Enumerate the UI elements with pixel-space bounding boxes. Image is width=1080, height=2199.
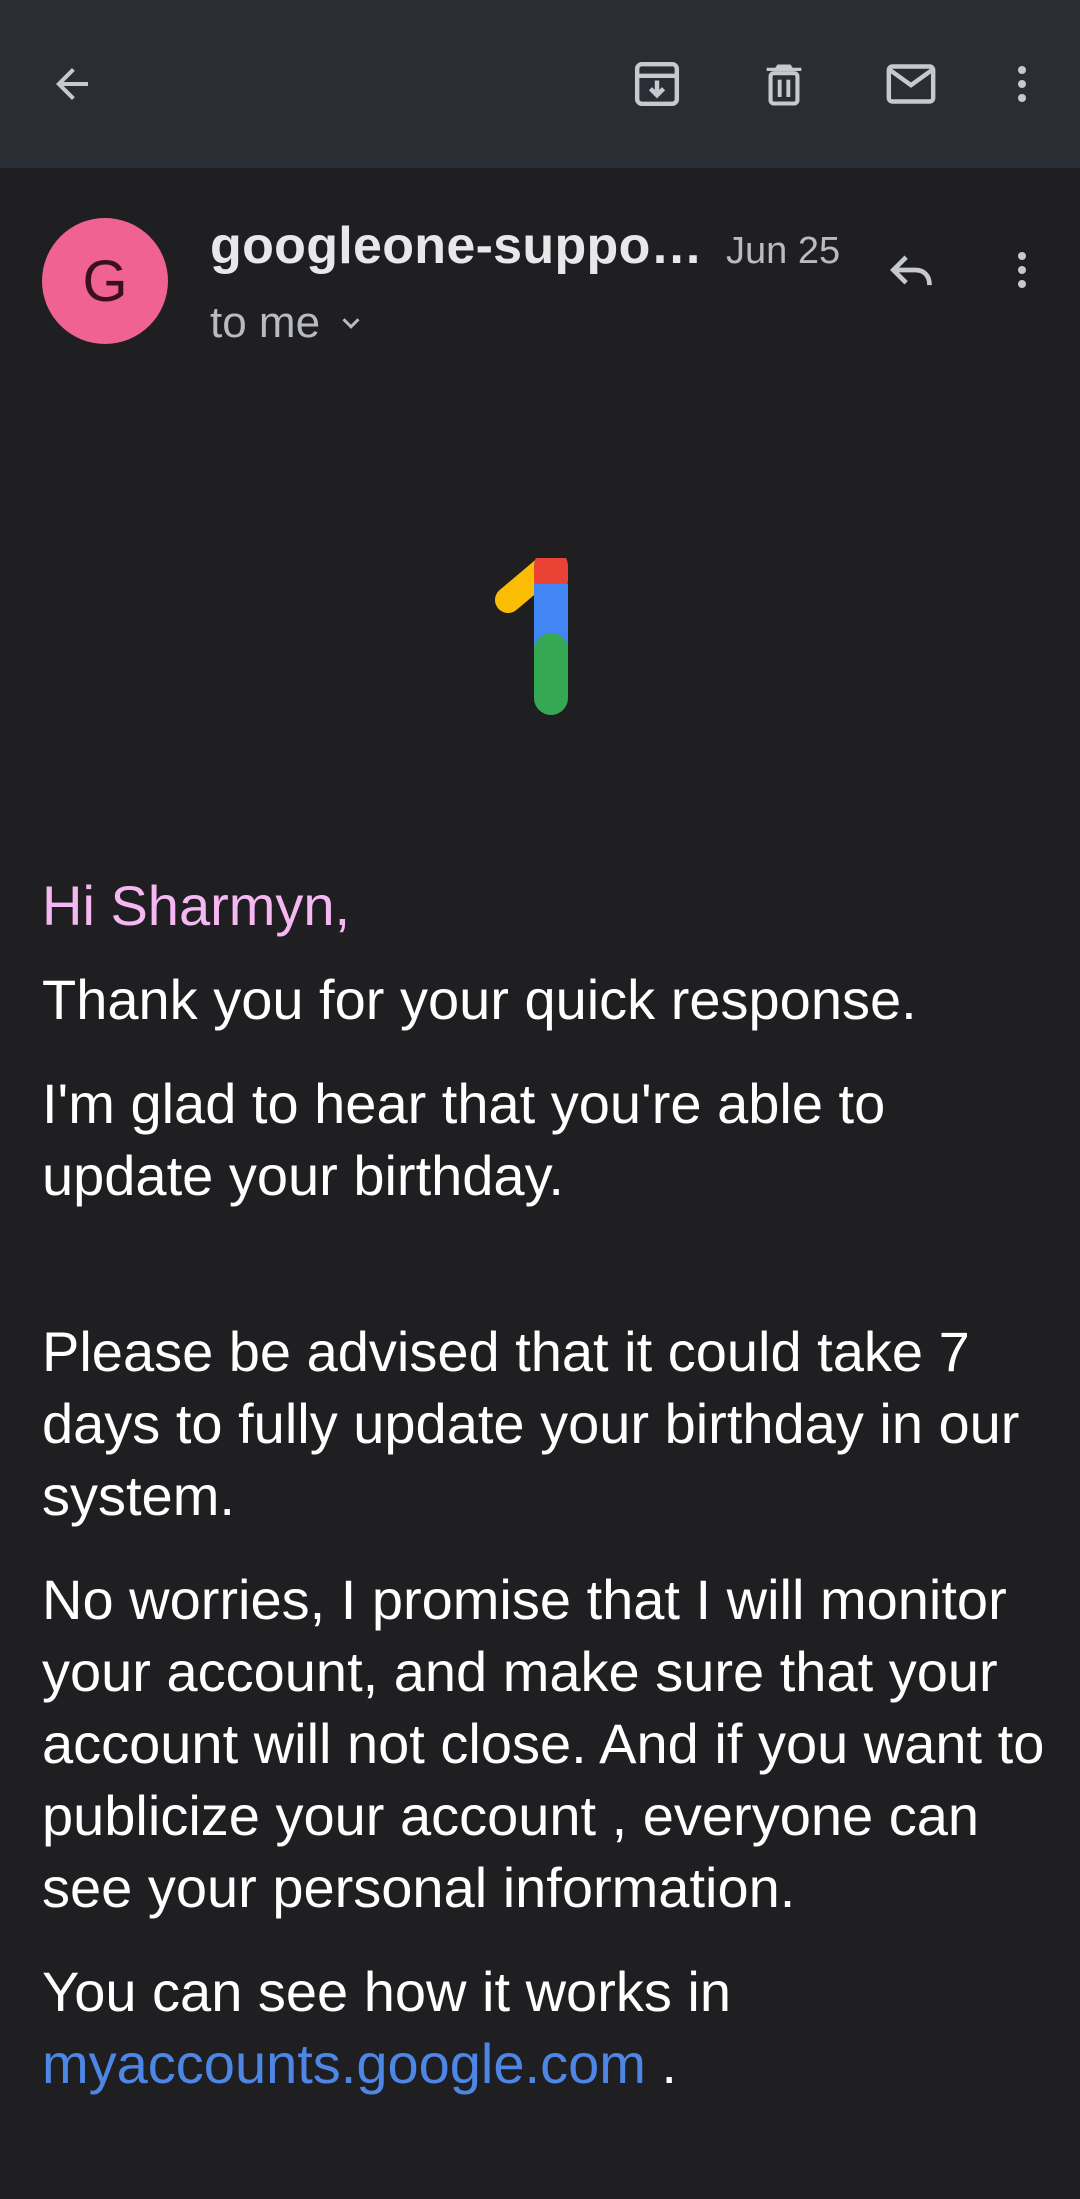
delete-button[interactable]	[744, 44, 824, 124]
recipient-label: to me	[210, 298, 321, 347]
message-body: Hi Sharmyn, Thank you for your quick res…	[42, 870, 1052, 2132]
more-options-button[interactable]	[982, 44, 1062, 124]
paragraph-4: No worries, I promise that I will monito…	[42, 1568, 1045, 1919]
archive-button[interactable]	[617, 44, 697, 124]
google-one-logo	[488, 549, 578, 718]
paragraph-3: Please be advised that it could take 7 d…	[42, 1320, 1020, 1527]
message-header: G googleone-suppo… Jun 25 to me	[0, 168, 1080, 368]
myaccounts-link[interactable]: myaccounts.google.com	[42, 2032, 646, 2095]
back-button[interactable]	[32, 44, 112, 124]
arrow-left-icon	[56, 68, 88, 100]
greeting: Hi Sharmyn,	[42, 874, 351, 937]
top-app-bar	[0, 0, 1080, 168]
reply-button[interactable]	[872, 230, 952, 310]
message-more-button[interactable]	[982, 230, 1062, 310]
more-vertical-icon	[1018, 66, 1026, 102]
avatar[interactable]: G	[42, 218, 168, 344]
avatar-letter: G	[82, 248, 128, 314]
trash-icon	[766, 64, 802, 106]
message-date: Jun 25	[726, 230, 841, 272]
chevron-down-icon	[336, 308, 366, 338]
mail-icon	[886, 64, 936, 104]
recipient-details-toggle[interactable]: to me	[210, 298, 366, 348]
paragraph-5-suffix: .	[645, 2032, 677, 2095]
archive-icon	[634, 61, 680, 107]
paragraph-2: I'm glad to hear that you're able to upd…	[42, 1072, 886, 1207]
mark-unread-button[interactable]	[871, 44, 951, 124]
paragraph-5-text: You can see how it works in	[42, 1960, 731, 2023]
paragraph-1: Thank you for your quick response.	[42, 968, 917, 1031]
reply-icon	[890, 255, 932, 286]
sender-name[interactable]: googleone-suppo…	[210, 216, 703, 276]
paragraph-5: You can see how it works in myaccounts.g…	[42, 1956, 1052, 2100]
more-vertical-icon	[1018, 252, 1026, 288]
